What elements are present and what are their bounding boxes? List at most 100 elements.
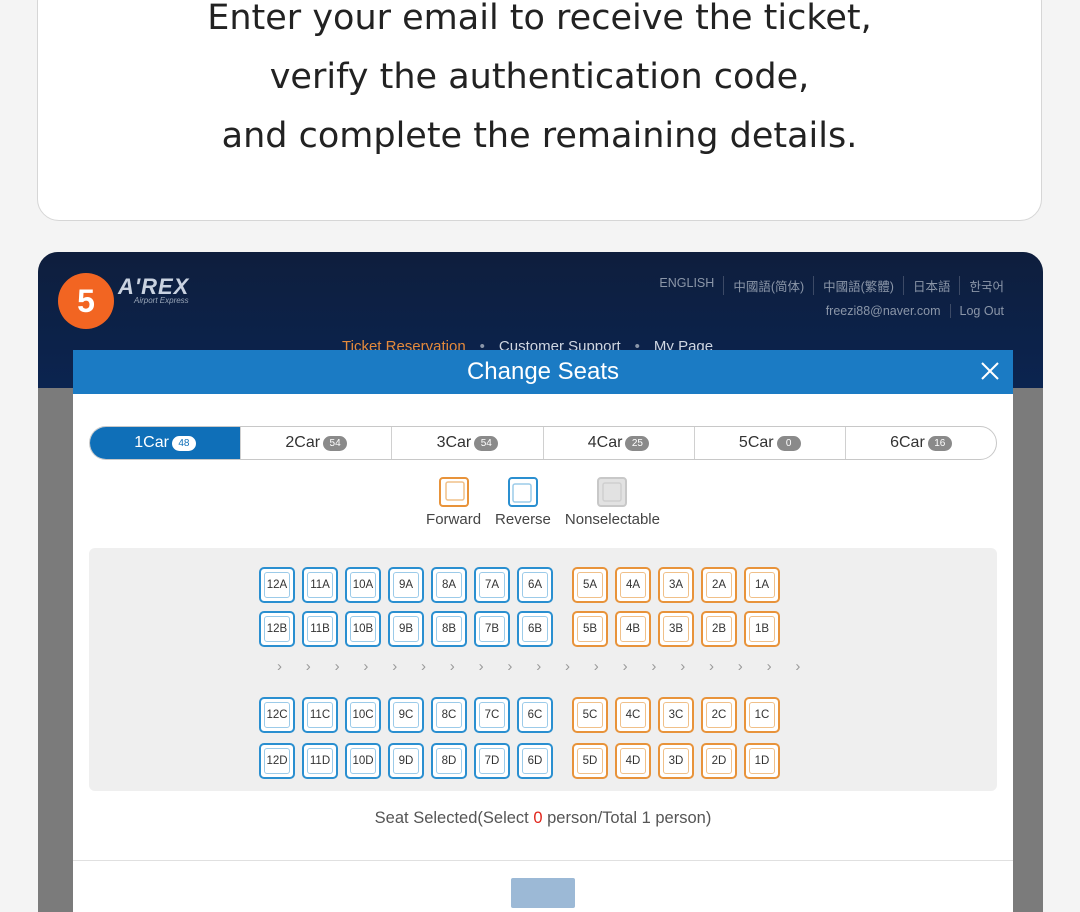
seat-label: 6C xyxy=(527,709,543,721)
car-tab-5[interactable]: 5Car 0 xyxy=(693,427,845,459)
seat-label: 12D xyxy=(266,755,288,767)
seat-label: 5A xyxy=(582,579,598,591)
seat-label: 12A xyxy=(266,579,288,591)
instruction-line-2: verify the authentication code, xyxy=(269,57,810,97)
aisle-arrow-icon: › xyxy=(766,658,772,675)
seat-10d[interactable]: 10D xyxy=(345,743,381,779)
seat-10c[interactable]: 10C xyxy=(345,697,381,733)
car-tab-3[interactable]: 3Car 54 xyxy=(391,427,542,459)
seat-label: 9A xyxy=(398,579,414,591)
confirm-button[interactable] xyxy=(511,878,575,908)
seat-4d[interactable]: 4D xyxy=(615,743,651,779)
seat-12c[interactable]: 12C xyxy=(259,697,295,733)
seat-11c[interactable]: 11C xyxy=(302,697,338,733)
seat-1d[interactable]: 1D xyxy=(744,743,780,779)
seat-label: 12B xyxy=(266,623,288,635)
seat-7b[interactable]: 7B xyxy=(474,611,510,647)
user-menu: freezi88@naver.com Log Out xyxy=(817,304,1013,318)
lang-chinese-simplified[interactable]: 中國語(简体) xyxy=(723,276,813,295)
seat-label: 4D xyxy=(625,755,641,767)
seat-2c[interactable]: 2C xyxy=(701,697,737,733)
seat-9c[interactable]: 9C xyxy=(388,697,424,733)
seat-label: 6B xyxy=(527,623,543,635)
seat-label: 2C xyxy=(711,709,727,721)
seat-1b[interactable]: 1B xyxy=(744,611,780,647)
seat-label: 11A xyxy=(310,579,330,591)
aisle-arrow-icon: › xyxy=(622,658,628,675)
seat-6c[interactable]: 6C xyxy=(517,697,553,733)
seat-5b[interactable]: 5B xyxy=(572,611,608,647)
seat-4b[interactable]: 4B xyxy=(615,611,651,647)
seat-label: 12C xyxy=(266,709,288,721)
seat-1a[interactable]: 1A xyxy=(744,567,780,603)
aisle-arrow-icon: › xyxy=(651,658,657,675)
seat-7d[interactable]: 7D xyxy=(474,743,510,779)
seat-12b[interactable]: 12B xyxy=(259,611,295,647)
seat-8a[interactable]: 8A xyxy=(431,567,467,603)
car-tab-label: 1Car xyxy=(134,434,169,451)
seat-9d[interactable]: 9D xyxy=(388,743,424,779)
seat-3d[interactable]: 3D xyxy=(658,743,694,779)
seat-7c[interactable]: 7C xyxy=(474,697,510,733)
seat-8c[interactable]: 8C xyxy=(431,697,467,733)
seat-6d[interactable]: 6D xyxy=(517,743,553,779)
seat-label: 1D xyxy=(754,755,770,767)
modal-divider xyxy=(73,860,1013,861)
car-seat-count-badge: 16 xyxy=(927,435,952,451)
close-icon[interactable] xyxy=(977,358,1003,384)
car-seat-count-badge: 54 xyxy=(474,435,499,451)
seat-5d[interactable]: 5D xyxy=(572,743,608,779)
seat-11d[interactable]: 11D xyxy=(302,743,338,779)
instruction-text: Enter your email to receive the ticket, … xyxy=(38,0,1041,166)
seat-2b[interactable]: 2B xyxy=(701,611,737,647)
seat-11b[interactable]: 11B xyxy=(302,611,338,647)
seat-3a[interactable]: 3A xyxy=(658,567,694,603)
logout-link[interactable]: Log Out xyxy=(949,304,1013,318)
car-tab-4[interactable]: 4Car 25 xyxy=(542,427,694,459)
seat-8d[interactable]: 8D xyxy=(431,743,467,779)
seat-2a[interactable]: 2A xyxy=(701,567,737,603)
user-email: freezi88@naver.com xyxy=(825,304,941,318)
seat-5c[interactable]: 5C xyxy=(572,697,608,733)
lang-chinese-traditional[interactable]: 中國語(繁體) xyxy=(813,276,903,295)
seat-6a[interactable]: 6A xyxy=(517,567,553,603)
instruction-line-1: Enter your email to receive the ticket, xyxy=(207,0,872,38)
seat-5a[interactable]: 5A xyxy=(572,567,608,603)
seat-label: 1A xyxy=(754,579,770,591)
aisle-arrow-icon: › xyxy=(565,658,570,675)
seat-4a[interactable]: 4A xyxy=(615,567,651,603)
car-tab-label: 2Car xyxy=(285,434,321,451)
seat-8b[interactable]: 8B xyxy=(431,611,467,647)
seat-2d[interactable]: 2D xyxy=(701,743,737,779)
car-tab-1[interactable]: 1Car 48 xyxy=(90,427,241,459)
status-prefix: Seat Selected(Select xyxy=(374,809,534,827)
seat-label: 10C xyxy=(352,709,374,721)
seat-11a[interactable]: 11A xyxy=(302,567,338,603)
legend-forward: Forward xyxy=(426,476,481,528)
seat-label: 8A xyxy=(441,579,457,591)
seat-9b[interactable]: 9B xyxy=(388,611,424,647)
seat-4c[interactable]: 4C xyxy=(615,697,651,733)
seat-label: 8B xyxy=(441,623,457,635)
seat-label: 3A xyxy=(668,579,684,591)
car-tab-6[interactable]: 6Car 16 xyxy=(844,427,996,459)
seat-6b[interactable]: 6B xyxy=(517,611,553,647)
seat-10a[interactable]: 10A xyxy=(345,567,381,603)
lang-korean[interactable]: 한국어 xyxy=(959,276,1013,295)
seat-selection-status: Seat Selected(Select 0 person/Total 1 pe… xyxy=(73,809,1013,828)
lang-japanese[interactable]: 日本語 xyxy=(902,276,960,295)
car-tab-2[interactable]: 2Car 54 xyxy=(240,427,391,459)
seat-9a[interactable]: 9A xyxy=(388,567,424,603)
seat-7a[interactable]: 7A xyxy=(474,567,510,603)
seat-12d[interactable]: 12D xyxy=(259,743,295,779)
seat-3b[interactable]: 3B xyxy=(658,611,694,647)
seat-12a[interactable]: 12A xyxy=(259,567,295,603)
seat-3c[interactable]: 3C xyxy=(658,697,694,733)
legend-label: Forward xyxy=(426,511,482,528)
seat-10b[interactable]: 10B xyxy=(345,611,381,647)
lang-english[interactable]: ENGLISH xyxy=(650,276,723,295)
aisle-arrow-icon: › xyxy=(795,658,801,675)
seat-label: 4C xyxy=(625,709,641,721)
seat-1c[interactable]: 1C xyxy=(744,697,780,733)
seat-label: 9B xyxy=(398,623,414,635)
